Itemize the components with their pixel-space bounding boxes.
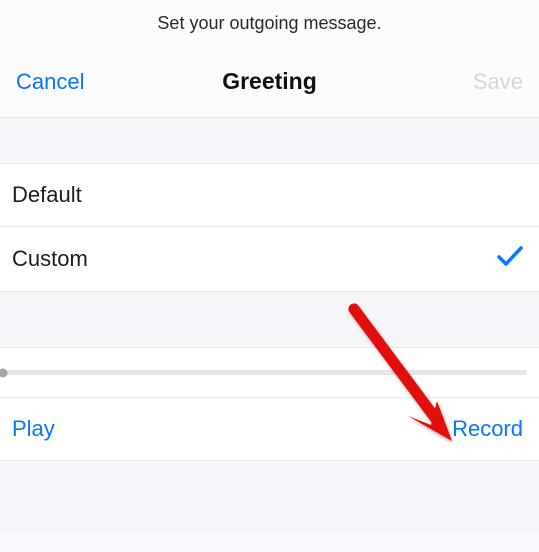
navbar: Cancel Greeting Save [0,54,539,118]
playback-slider[interactable] [2,370,527,375]
slider-thumb-icon[interactable] [0,368,8,377]
record-button[interactable]: Record [452,416,523,442]
greeting-option-custom[interactable]: Custom [0,227,539,292]
save-button: Save [443,69,523,95]
cancel-button[interactable]: Cancel [16,69,96,95]
playback-controls: Play Record [0,398,539,461]
option-label: Custom [12,246,88,272]
checkmark-icon [497,245,523,273]
section-gap [0,461,539,531]
section-gap [0,118,539,164]
play-button[interactable]: Play [12,416,55,442]
playback-slider-area [0,348,539,398]
section-gap [0,292,539,348]
option-label: Default [12,182,82,208]
greeting-option-default[interactable]: Default [0,164,539,227]
instruction-text: Set your outgoing message. [0,0,539,54]
page-title: Greeting [96,68,443,95]
